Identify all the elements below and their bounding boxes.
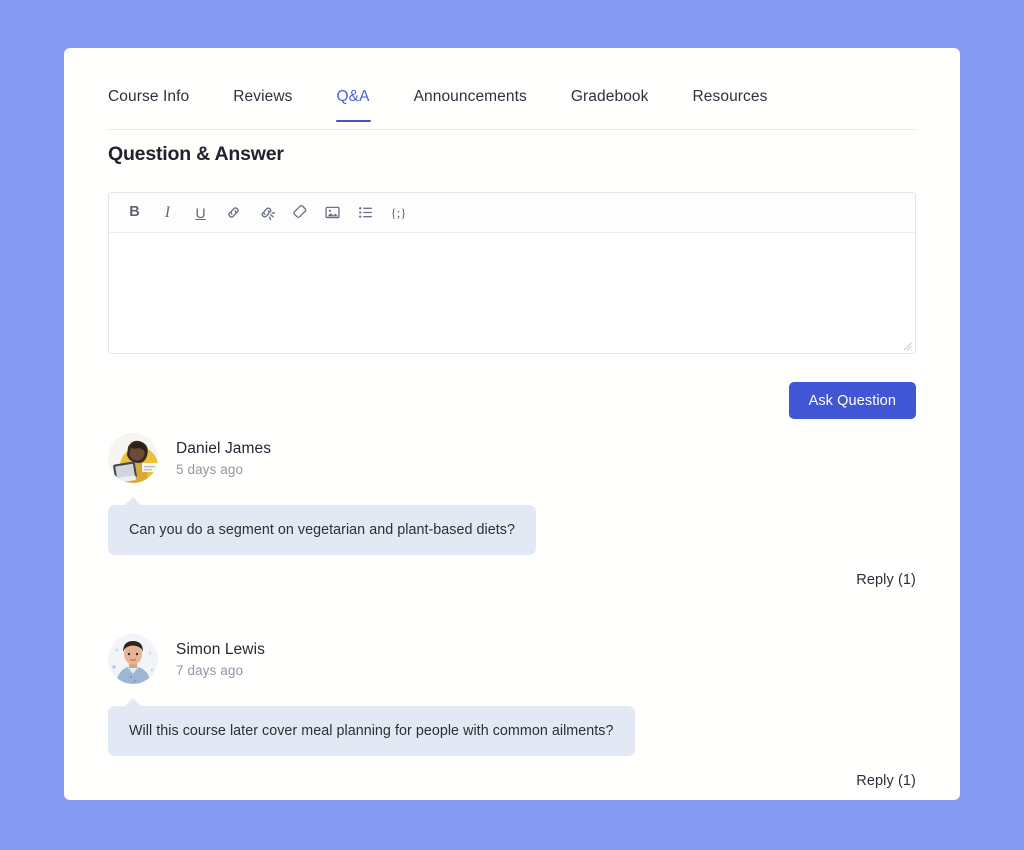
bulleted-list-icon[interactable] [350,199,381,227]
tab-resources[interactable]: Resources [692,80,767,121]
tab-label: Gradebook [570,88,649,105]
qa-panel-card: Course Info Reviews Q&A Announcements Gradeb… [64,48,960,800]
question-author-row: Simon Lewis 7 days ago [108,633,916,685]
question-bubble: Can you do a segment on vegetarian and p… [108,497,536,555]
question-input[interactable] [109,233,915,353]
bold-icon-glyph: B [129,204,140,221]
ask-question-button[interactable]: Ask Question [788,382,916,419]
tab-gradebook[interactable]: Gradebook [571,80,649,121]
image-icon[interactable] [317,199,348,227]
tab-label: Q&A [336,88,370,105]
tab-reviews[interactable]: Reviews [233,80,292,121]
question-item: Daniel James 5 days ago Can you do a segme… [108,432,916,589]
author-meta: Simon Lewis 7 days ago [176,641,265,678]
tab-announcements[interactable]: Announcements [414,80,527,121]
underline-icon-glyph: U [195,204,206,221]
link-icon[interactable] [218,199,249,227]
course-tab-bar: Course Info Reviews Q&A Announcements Gradeb… [108,80,916,130]
reply-row: Reply (1) [108,571,916,589]
tab-label: Course Info [108,88,190,105]
unlink-icon[interactable] [251,199,282,227]
code-block-icon-glyph: {;} [390,205,407,220]
question-bubble: Will this course later cover meal planni… [108,698,635,756]
page-title: Question & Answer [108,143,284,165]
editor-toolbar: B I U {;} [109,193,915,233]
question-item: Simon Lewis 7 days ago Will this course la… [108,633,916,790]
underline-icon[interactable]: U [185,199,216,227]
reply-link[interactable]: Reply (1) [856,572,916,588]
tab-qa[interactable]: Q&A [335,80,371,122]
reply-row: Reply (1) [108,772,916,790]
avatar-daniel-james [108,433,158,483]
eraser-icon[interactable] [284,199,315,227]
reply-link[interactable]: Reply (1) [856,773,916,789]
code-block-icon[interactable]: {;} [383,199,414,227]
tab-label: Announcements [413,88,527,105]
bold-icon[interactable]: B [119,199,150,227]
question-editor: B I U {;} [108,192,916,354]
author-name: Simon Lewis [176,640,265,658]
question-author-row: Daniel James 5 days ago [108,432,916,484]
author-meta: Daniel James 5 days ago [176,440,271,477]
tab-course-info[interactable]: Course Info [108,80,189,121]
italic-icon-glyph: I [164,203,171,221]
tab-label: Resources [692,88,768,105]
author-name: Daniel James [176,439,272,457]
italic-icon[interactable]: I [152,199,183,227]
tab-label: Reviews [233,88,293,105]
avatar-simon-lewis [108,634,158,684]
timestamp: 7 days ago [176,662,244,678]
question-list: Daniel James 5 days ago Can you do a segme… [108,432,916,790]
timestamp: 5 days ago [176,461,244,477]
